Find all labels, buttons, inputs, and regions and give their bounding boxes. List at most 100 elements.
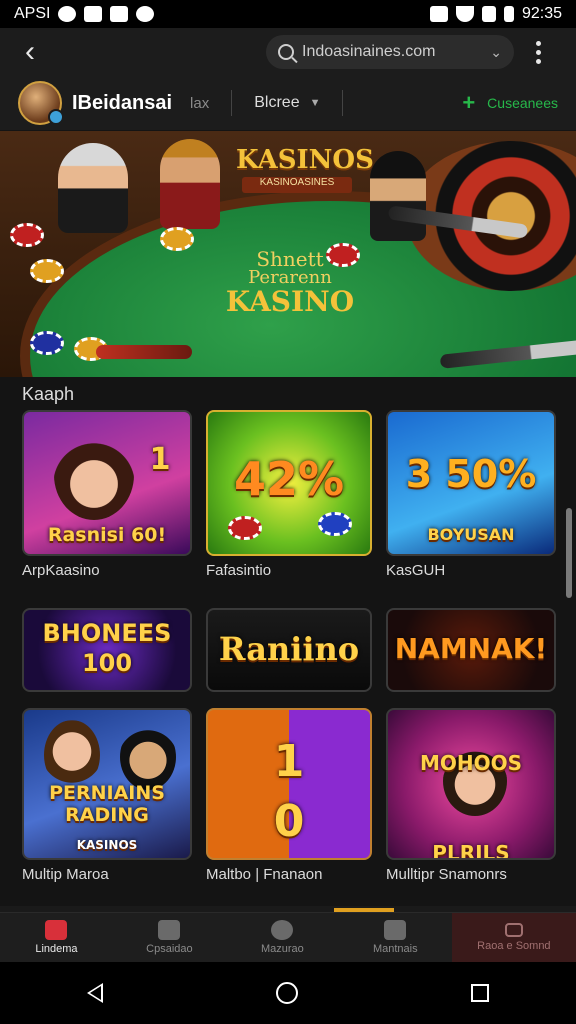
dealer-illustration: [160, 139, 220, 229]
kebab-menu-icon[interactable]: [536, 40, 541, 64]
card-art-text: MOHOOS PLRILS: [419, 751, 523, 860]
promo-tab-icon: [504, 923, 523, 937]
game-caption: Mulltipr Snamonrs: [386, 866, 507, 883]
home-tab-icon: [45, 920, 68, 940]
status-left-text: APSI: [14, 5, 51, 22]
plus-icon: +: [462, 90, 476, 115]
tab-label: Cpsaidao: [146, 943, 193, 955]
user-level: lax: [190, 94, 210, 112]
info-tab-icon: [271, 920, 294, 940]
tab-label: Mantnais: [372, 943, 418, 955]
status-time: 92:35: [521, 5, 562, 22]
card-art-text: Rasnisi 60!: [47, 524, 167, 546]
game-thumbnail[interactable]: 3 50% BOYUSAN: [386, 410, 556, 556]
divider: [231, 90, 233, 116]
game-thumbnail[interactable]: 42%: [206, 410, 372, 556]
hero-banner[interactable]: KASINOS KASINOASINES Shnett Perarenn KAS…: [0, 131, 576, 377]
notification-icon: [84, 6, 103, 22]
alarm-icon: [429, 6, 448, 22]
game-tile[interactable]: 1 0 8 0 Maltbo | Fnanaon: [206, 708, 372, 883]
game-thumbnail[interactable]: BHONEES 100: [22, 608, 192, 692]
game-thumbnail[interactable]: MOHOOS PLRILS: [386, 708, 556, 860]
game-thumbnail[interactable]: 1 Rasnisi 60!: [22, 410, 192, 556]
tab-games[interactable]: Mantnais: [339, 913, 452, 962]
game-thumbnail[interactable]: PERNIAINS RADING KASINOS: [22, 708, 192, 860]
balance-dropdown[interactable]: Blcree ▼: [254, 94, 320, 112]
chip-icon: [30, 259, 64, 283]
tab-home[interactable]: Lindema: [0, 913, 113, 962]
scrollbar[interactable]: [566, 508, 572, 598]
game-thumbnail[interactable]: Raniino: [206, 608, 372, 692]
game-tile[interactable]: MOHOOS PLRILS Mulltipr Snamonrs: [386, 708, 556, 883]
tab-promo[interactable]: Raoa e Somnd: [451, 913, 576, 962]
game-caption: Maltbo | Fnanaon: [206, 866, 323, 883]
search-icon: [278, 44, 294, 60]
game-tile[interactable]: 3 50% BOYUSAN KasGUH: [386, 410, 556, 579]
chip-icon: [10, 223, 44, 247]
card-art-text: NAMNAK!: [394, 632, 548, 665]
card-art-text: Raniino: [218, 630, 360, 668]
nav-back-icon[interactable]: [86, 983, 103, 1003]
character-illustration: [120, 724, 176, 790]
system-nav-bar: [0, 962, 576, 1024]
wifi-icon: [455, 6, 474, 22]
character-illustration: [44, 720, 100, 790]
tab-label: Lindema: [35, 943, 78, 955]
card-art-text: 3 50%: [405, 452, 537, 496]
notification-icon: [110, 6, 129, 22]
section-title: Kaaph: [22, 384, 75, 404]
chevron-down-icon[interactable]: ⌄: [490, 44, 502, 61]
game-thumbnail[interactable]: NAMNAK!: [386, 608, 556, 692]
wallet-button[interactable]: + Cuseanees: [462, 90, 558, 116]
game-caption: ArpKaasino: [22, 562, 100, 579]
cards-tab-icon: [384, 920, 407, 940]
tab-stats[interactable]: Cpsaidao: [113, 913, 226, 962]
dealer-illustration: [58, 143, 128, 233]
nav-home-icon[interactable]: [275, 982, 298, 1004]
nav-recents-icon[interactable]: [471, 984, 490, 1002]
tab-info[interactable]: Mazurao: [226, 913, 339, 962]
game-caption: Multip Maroa: [22, 866, 109, 883]
character-illustration: [54, 430, 134, 520]
verified-badge: [48, 109, 64, 125]
notification-icon: [58, 6, 77, 22]
card-art-subtext: BOYUSAN: [427, 525, 515, 544]
card-badge: 1: [149, 442, 171, 477]
back-arrow-icon[interactable]: ‹: [14, 36, 46, 68]
balance-label: Blcree: [254, 94, 300, 111]
card-art-text: PERNIAINS RADING: [49, 782, 165, 826]
card-art-text: 1 0 8 0: [273, 736, 333, 858]
battery-icon: [503, 6, 514, 22]
status-bar: APSI 92:35: [0, 0, 576, 28]
card-art-subtext: KASINOS: [76, 838, 138, 852]
game-tile[interactable]: PERNIAINS RADING KASINOS Multip Maroa: [22, 708, 192, 883]
banner-title: KASINOS: [236, 145, 374, 175]
tab-label: Raoa e Somnd: [477, 940, 551, 952]
game-grid-row: PERNIAINS RADING KASINOS Multip Maroa 1 …: [22, 708, 556, 883]
signal-icon: [481, 6, 496, 22]
chip-icon: [160, 227, 194, 251]
game-grid-row: 1 Rasnisi 60! ArpKaasino 42% Fafasintio …: [22, 410, 556, 579]
chart-tab-icon: [158, 920, 181, 940]
chip-icon: [326, 243, 360, 267]
chevron-down-icon: ▼: [309, 97, 321, 109]
wallet-label: Cuseanees: [487, 95, 558, 111]
game-thumbnail[interactable]: 1 0 8 0: [206, 708, 372, 860]
username: IBeidansai: [72, 91, 173, 114]
search-bar[interactable]: Indoasinaines.com ⌄: [266, 35, 514, 69]
dealer-illustration: [370, 151, 426, 241]
game-tile[interactable]: 42% Fafasintio: [206, 410, 372, 579]
game-tile[interactable]: 1 Rasnisi 60! ArpKaasino: [22, 410, 192, 579]
cigar-illustration: [96, 345, 192, 359]
top-app-bar: ‹ Indoasinaines.com ⌄: [0, 28, 576, 76]
divider: [342, 90, 344, 116]
game-caption: KasGUH: [386, 562, 446, 579]
avatar[interactable]: [18, 81, 64, 125]
notification-icon: [136, 6, 155, 22]
search-text: Indoasinaines.com: [302, 43, 436, 60]
felt-text: KASINO: [225, 285, 355, 318]
chip-icon: [318, 512, 352, 536]
banner-subtitle: KASINOASINES: [242, 177, 352, 193]
user-bar: IBeidansai lax Blcree ▼ + Cuseanees: [0, 76, 576, 130]
card-art-text: 42%: [233, 452, 345, 506]
